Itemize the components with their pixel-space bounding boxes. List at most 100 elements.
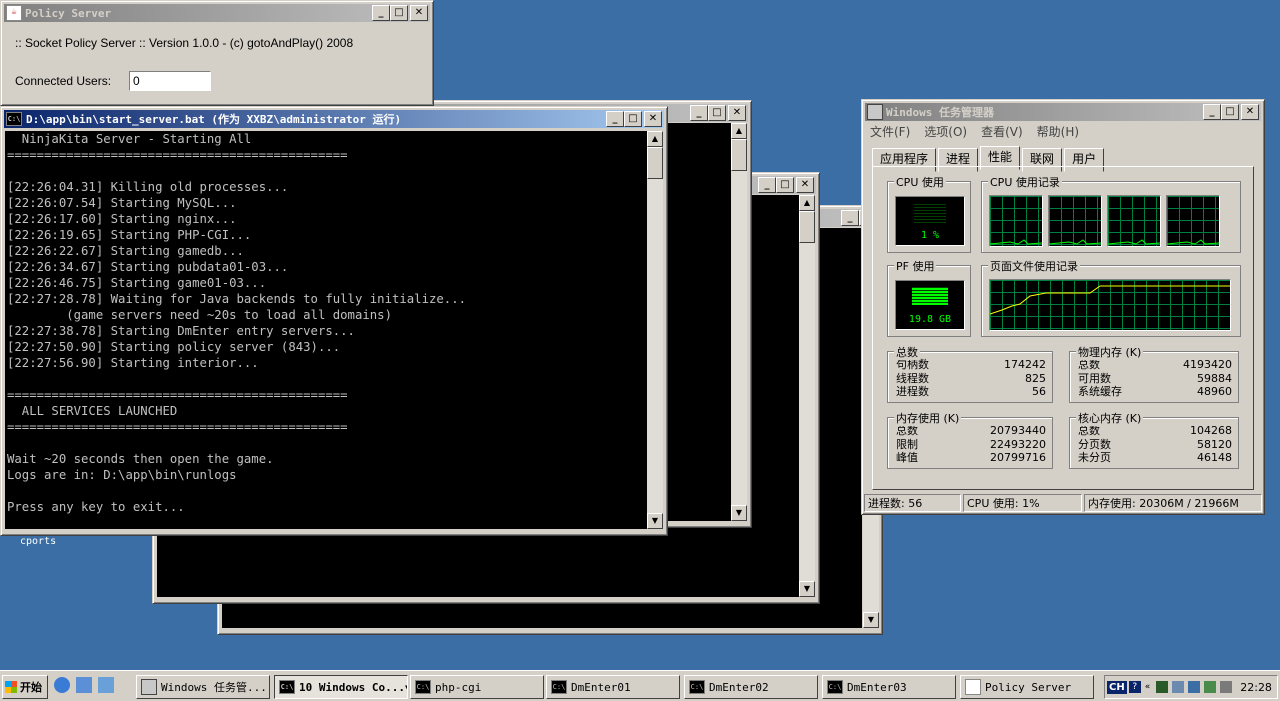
scroll-down-button[interactable]: ▼ <box>647 513 663 529</box>
group-title: 内存使用 (K) <box>894 410 962 426</box>
group-title: 总数 <box>894 344 920 360</box>
scroll-down-button[interactable]: ▼ <box>731 505 747 521</box>
internet-explorer-icon[interactable] <box>54 677 70 693</box>
taskbar-button[interactable]: C:\ DmEnter02 <box>684 675 818 699</box>
taskbar-button-label: php-cgi <box>435 680 482 694</box>
maximize-button[interactable]: □ <box>776 177 794 193</box>
menu-options[interactable]: 选项(O) <box>924 123 967 140</box>
group-title: 核心内存 (K) <box>1076 410 1144 426</box>
scroll-up-button[interactable]: ▲ <box>731 123 747 139</box>
maximize-button[interactable]: □ <box>708 105 726 121</box>
minimize-button[interactable]: _ <box>758 177 776 193</box>
scroll-up-button[interactable]: ▲ <box>647 131 663 147</box>
taskbar-button-label: DmEnter01 <box>571 680 631 694</box>
stat-value: 48960 <box>1197 385 1232 398</box>
scroll-down-button[interactable]: ▼ <box>863 612 879 628</box>
minimize-button[interactable]: _ <box>1203 104 1221 120</box>
maximize-button[interactable]: □ <box>1221 104 1239 120</box>
taskbar-button[interactable]: C:\ php-cgi <box>410 675 544 699</box>
scroll-thumb[interactable] <box>799 211 815 243</box>
start-label: 开始 <box>20 681 42 694</box>
close-button[interactable]: ✕ <box>410 5 428 21</box>
close-button[interactable]: ✕ <box>796 177 814 193</box>
cpu-history-group: CPU 使用记录 <box>981 174 1241 253</box>
close-button[interactable]: ✕ <box>1241 104 1259 120</box>
java-icon <box>965 679 981 695</box>
window-title: Windows 任务管理器 <box>886 106 994 119</box>
physical-memory-group: 物理内存 (K) 总数 4193420 可用数 59884 系统缓存 48960 <box>1069 344 1239 403</box>
cmd-icon: C:\ <box>827 680 843 694</box>
scroll-thumb[interactable] <box>731 139 747 171</box>
security-icon[interactable] <box>1204 681 1217 693</box>
connected-users-field[interactable]: 0 <box>129 71 211 91</box>
status-cpu: CPU 使用: 1% <box>963 494 1082 512</box>
start-button[interactable]: 开始 <box>2 675 48 699</box>
commit-charge-group: 内存使用 (K) 总数 20793440 限制 22493220 峰值 20799716 <box>887 410 1053 469</box>
console-output: NinjaKita Server - Starting All =========… <box>5 131 649 529</box>
task-manager-window[interactable]: Windows 任务管理器 _ □ ✕ 文件(F) 选项(O) 查看(V) 帮助… <box>861 99 1265 515</box>
stat-row: 句柄数 174242 <box>896 358 1046 372</box>
vertical-scrollbar[interactable]: ▲ ▼ <box>731 123 747 521</box>
taskbar-button[interactable]: Policy Server <box>960 675 1094 699</box>
titlebar[interactable]: C:\ D:\app\bin\start_server.bat (作为 XXBZ… <box>4 110 664 128</box>
taskbar-button-label: DmEnter02 <box>709 680 769 694</box>
group-title: PF 使用 <box>894 258 937 274</box>
scroll-thumb[interactable] <box>647 147 663 179</box>
start-server-console-window[interactable]: C:\ D:\app\bin\start_server.bat (作为 XXBZ… <box>0 106 668 536</box>
minimize-button[interactable]: _ <box>606 111 624 127</box>
group-title: CPU 使用记录 <box>988 174 1062 190</box>
stat-row: 进程数 56 <box>896 385 1046 399</box>
scroll-down-button[interactable]: ▼ <box>799 581 815 597</box>
taskmgr-icon <box>867 104 883 120</box>
minimize-button[interactable]: _ <box>841 210 859 226</box>
vertical-scrollbar[interactable]: ▲ ▼ <box>799 195 815 597</box>
console-line: [22:26:46.75] Starting game01-03... <box>7 276 267 290</box>
maximize-button[interactable]: □ <box>390 5 408 21</box>
menu-view[interactable]: 查看(V) <box>981 123 1023 140</box>
close-button[interactable]: ✕ <box>728 105 746 121</box>
maximize-button[interactable]: □ <box>624 111 642 127</box>
titlebar[interactable]: ☕ Policy Server _ □ ✕ <box>4 4 430 22</box>
close-button[interactable]: ✕ <box>644 111 662 127</box>
titlebar[interactable]: Windows 任务管理器 _ □ ✕ <box>865 103 1261 121</box>
policy-server-window[interactable]: ☕ Policy Server _ □ ✕ :: Socket Policy S… <box>0 0 434 106</box>
stat-row: 分页数 58120 <box>1078 438 1232 452</box>
minimize-button[interactable]: _ <box>690 105 708 121</box>
stat-value: 20793440 <box>990 424 1046 437</box>
taskbar-button[interactable]: C:\ 10 Windows Co...▼ <box>274 675 408 699</box>
taskbar-button[interactable]: Windows 任务管... <box>136 675 270 699</box>
taskbar-button[interactable]: C:\ DmEnter03 <box>822 675 956 699</box>
clock[interactable]: 22:28 <box>1240 681 1272 694</box>
menu-bar: 文件(F) 选项(O) 查看(V) 帮助(H) <box>870 123 1079 140</box>
stat-label: 限制 <box>896 437 918 451</box>
display-icon[interactable] <box>1188 681 1201 693</box>
volume-icon[interactable] <box>1220 681 1233 693</box>
minimize-button[interactable]: _ <box>372 5 390 21</box>
totals-group: 总数 句柄数 174242 线程数 825 进程数 56 <box>887 344 1053 403</box>
network-icon[interactable] <box>1172 681 1185 693</box>
tray-chevron-icon[interactable]: « <box>1145 682 1151 692</box>
language-indicator[interactable]: CH <box>1107 680 1127 694</box>
scroll-up-button[interactable]: ▲ <box>799 195 815 211</box>
java-icon: ☕ <box>6 5 22 21</box>
stat-value: 46148 <box>1197 451 1232 464</box>
console-line: [22:27:56.90] Starting interior... <box>7 356 259 370</box>
tray-app-icon[interactable] <box>1156 681 1169 693</box>
console-line: [22:27:50.90] Starting policy server (84… <box>7 340 341 354</box>
vertical-scrollbar[interactable]: ▲ ▼ <box>647 131 663 529</box>
console-line: NinjaKita Server - Starting All <box>7 132 252 146</box>
console-line: [22:26:04.31] Killing old processes... <box>7 180 289 194</box>
media-player-icon[interactable] <box>98 677 114 693</box>
taskbar-button-label: Policy Server <box>985 680 1072 694</box>
menu-help[interactable]: 帮助(H) <box>1037 123 1079 140</box>
stat-row: 未分页 46148 <box>1078 451 1232 465</box>
help-icon[interactable]: ? <box>1128 681 1141 693</box>
menu-file[interactable]: 文件(F) <box>870 123 910 140</box>
group-title: CPU 使用 <box>894 174 946 190</box>
outlook-icon[interactable] <box>76 677 92 693</box>
taskbar-button[interactable]: C:\ DmEnter01 <box>546 675 680 699</box>
desktop-icon-label: cports <box>20 536 57 547</box>
